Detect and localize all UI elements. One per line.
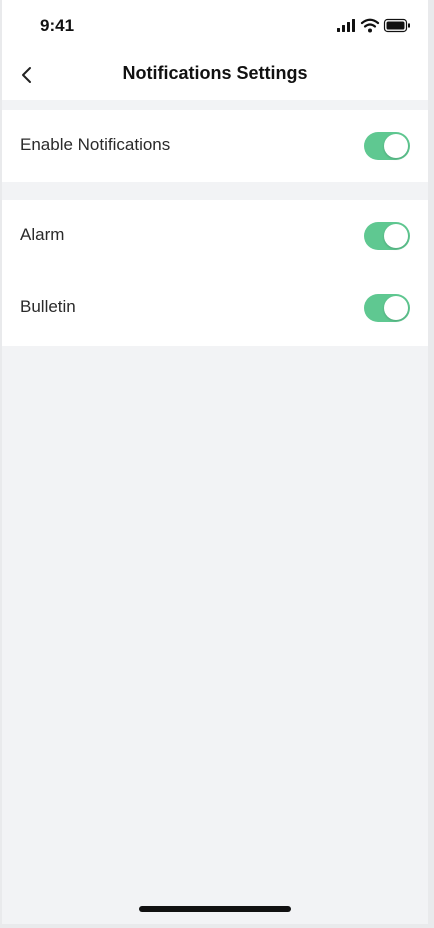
enable-notifications-label: Enable Notifications [20,135,171,154]
status-bar: 9:41 [2,0,428,50]
page-title: Notifications Settings [122,63,308,83]
status-icons-svg [337,18,410,33]
navigation-bar: Notifications Settings [2,50,428,100]
alarm-label: Alarm [20,225,65,244]
status-icons [337,18,411,34]
header-area: 9:41 Notifications Settings [2,0,428,100]
enable-notifications-toggle[interactable] [364,132,410,160]
bulletin-row: Bulletin [2,272,428,344]
status-time: 9:41 [40,16,75,35]
toggle-knob [384,224,408,248]
bulletin-toggle[interactable] [364,294,410,322]
wifi-icon [360,18,380,33]
alarm-toggle[interactable] [364,222,410,250]
home-indicator[interactable] [139,906,291,912]
notifications-settings-screen: 9:41 Notifications Settings Enable Notif… [2,0,428,924]
toggle-knob [384,296,408,320]
alarm-row: Alarm [2,200,428,272]
enable-notifications-row: Enable Notifications [2,110,428,182]
cellular-signal-icon [337,19,355,32]
toggle-knob [384,134,408,158]
battery-icon [383,18,410,33]
enable-notifications-card: Enable Notifications [2,110,428,182]
bulletin-label: Bulletin [20,297,76,316]
notification-types-card: Alarm Bulletin [2,200,428,346]
